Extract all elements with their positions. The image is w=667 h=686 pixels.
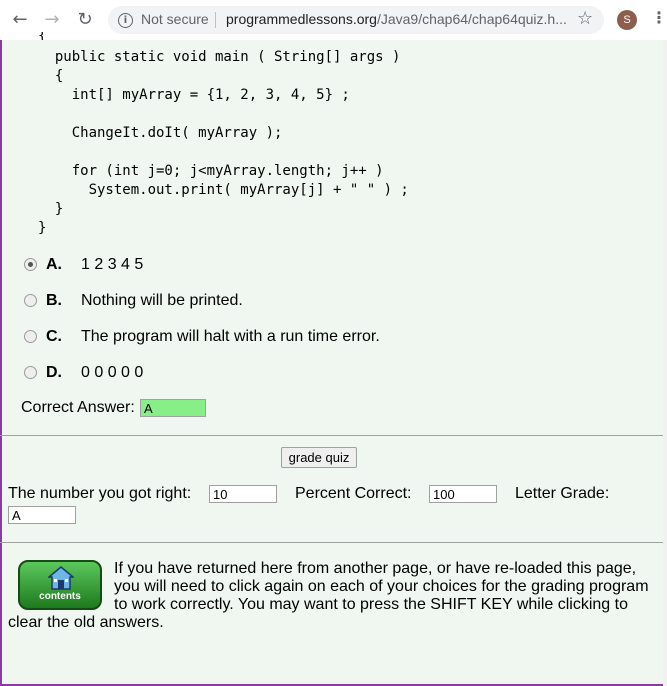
- code-line: public static void main ( String[] args …: [38, 49, 401, 65]
- url-host: programmedlessons.org: [226, 11, 377, 27]
- code-line: for (int j=0; j<myArray.length; j++ ): [38, 163, 384, 179]
- choice-text: 1 2 3 4 5: [81, 256, 144, 273]
- letter-grade-label: Letter Grade:: [515, 485, 610, 502]
- code-line: {: [38, 68, 64, 84]
- scrollbar[interactable]: [663, 40, 667, 686]
- correct-answer-field[interactable]: A: [140, 399, 206, 417]
- radio-button-selected[interactable]: [24, 258, 37, 271]
- code-line: ChangeIt.doIt( myArray );: [38, 125, 283, 141]
- house-icon: [48, 566, 74, 590]
- choice-letter: A.: [46, 256, 62, 273]
- reload-note: If you have returned here from another p…: [8, 560, 653, 632]
- percent-correct-field[interactable]: 100: [429, 485, 497, 503]
- bookmark-star-icon[interactable]: ☆: [577, 8, 593, 29]
- code-cutoff-brace: {: [38, 32, 47, 40]
- omnibox-separator: [215, 12, 216, 28]
- browser-menu-icon[interactable]: ⋮: [651, 8, 667, 27]
- code-block: public static void main ( String[] args …: [38, 48, 409, 238]
- letter-grade-field[interactable]: A: [8, 506, 76, 524]
- code-line: }: [38, 201, 64, 217]
- choice-letter: C.: [46, 328, 62, 345]
- divider: [0, 435, 663, 436]
- divider: [0, 542, 663, 543]
- code-line: System.out.print( myArray[j] + " " ) ;: [38, 182, 409, 198]
- choice-text: 0 0 0 0 0: [81, 364, 144, 381]
- security-label: Not secure: [141, 11, 209, 27]
- correct-answer-label: Correct Answer:: [21, 399, 135, 416]
- forward-arrow-icon[interactable]: →: [41, 9, 63, 31]
- choice-letter: B.: [46, 292, 62, 309]
- radio-button[interactable]: [24, 330, 37, 343]
- number-right-label: The number you got right:: [8, 485, 192, 502]
- radio-button[interactable]: [24, 294, 37, 307]
- reload-icon[interactable]: ↻: [74, 9, 96, 31]
- profile-avatar[interactable]: S: [617, 10, 637, 30]
- contents-button[interactable]: contents: [18, 560, 102, 610]
- browser-toolbar: ← → ↻ i Not secure programmedlessons.org…: [0, 0, 667, 41]
- grade-quiz-button[interactable]: grade quiz: [281, 447, 357, 468]
- number-right-field[interactable]: 10: [209, 485, 277, 503]
- back-arrow-icon[interactable]: ←: [9, 9, 31, 31]
- choice-text: Nothing will be printed.: [81, 292, 243, 309]
- address-bar[interactable]: i Not secure programmedlessons.org/Java9…: [108, 6, 604, 34]
- choice-letter: D.: [46, 364, 62, 381]
- url-text[interactable]: programmedlessons.org/Java9/chap64/chap6…: [226, 11, 567, 27]
- url-path: /Java9/chap64/chap64quiz.h...: [376, 11, 567, 27]
- code-line: int[] myArray = {1, 2, 3, 4, 5} ;: [38, 87, 350, 103]
- contents-label: contents: [39, 591, 81, 602]
- percent-correct-label: Percent Correct:: [295, 485, 412, 502]
- choice-text: The program will halt with a run time er…: [81, 328, 380, 345]
- code-line: }: [38, 220, 47, 236]
- info-icon[interactable]: i: [118, 13, 133, 28]
- radio-button[interactable]: [24, 366, 37, 379]
